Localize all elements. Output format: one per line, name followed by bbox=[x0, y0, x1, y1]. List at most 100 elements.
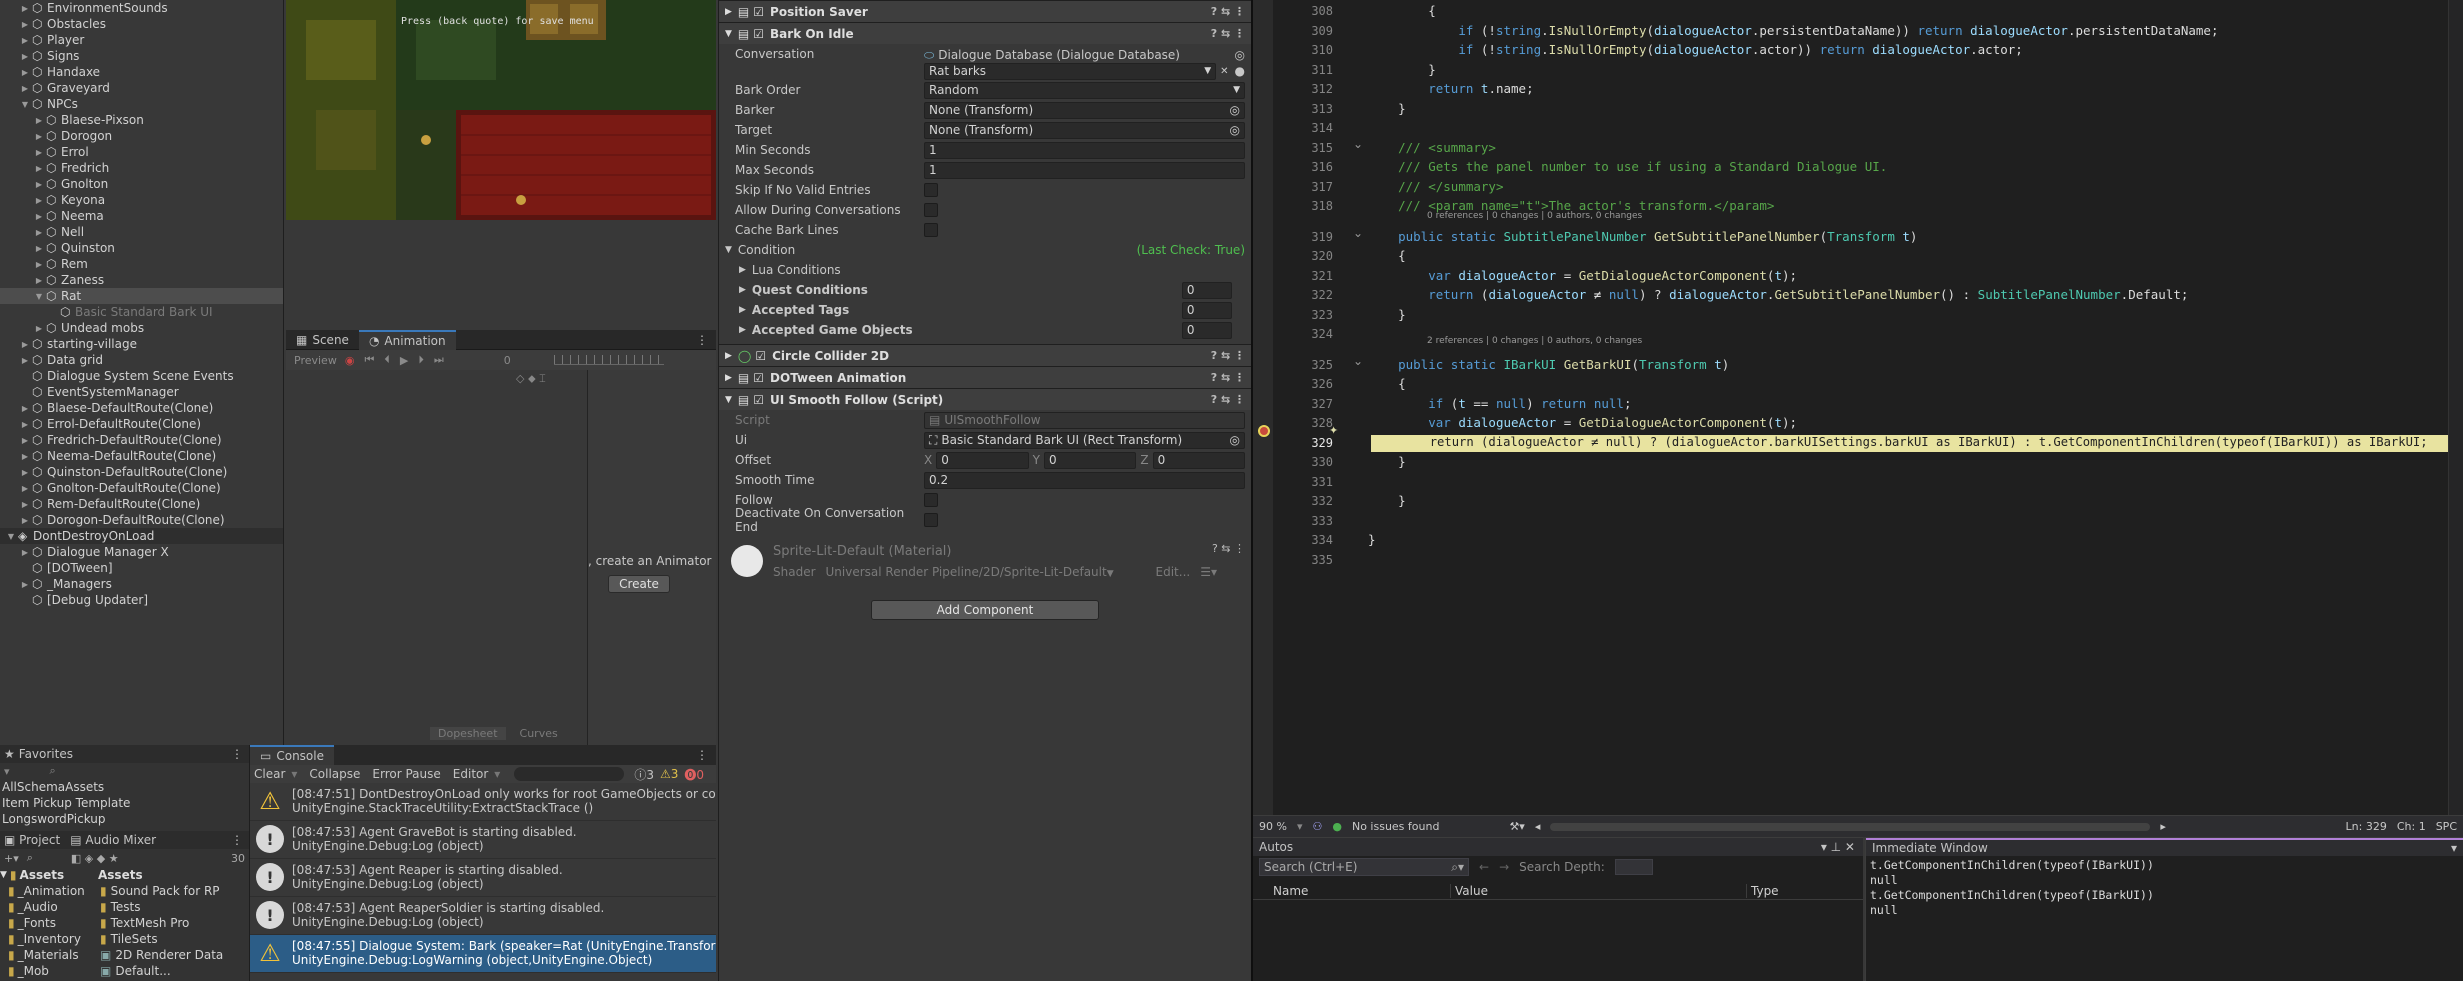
last-frame-icon[interactable]: ⏭ bbox=[434, 353, 444, 367]
code-line[interactable]: { bbox=[1368, 376, 1406, 391]
horizontal-scrollbar[interactable] bbox=[1550, 822, 2151, 831]
search-depth-select[interactable] bbox=[1614, 859, 1653, 875]
favorite-item[interactable]: AllSchemaAssets bbox=[0, 779, 249, 795]
expand-arrow-icon[interactable]: ▶ bbox=[34, 148, 44, 157]
code-line[interactable]: /// Gets the panel number to use if usin… bbox=[1368, 159, 1887, 174]
shader-menu-icon[interactable]: ☰▾ bbox=[1200, 565, 1217, 579]
code-line[interactable]: var dialogueActor = GetDialogueActorComp… bbox=[1368, 268, 1797, 283]
add-keyframe-icon[interactable]: ◇ ⬥ ⌶ bbox=[516, 372, 546, 386]
prev-frame-icon[interactable]: ⏴ bbox=[384, 353, 390, 367]
hierarchy-item[interactable]: ▶ ⬡ Quinston bbox=[0, 240, 283, 256]
col-type[interactable]: Type bbox=[1747, 884, 1779, 898]
hierarchy-item[interactable]: ▶ ⬡ Fredrich bbox=[0, 160, 283, 176]
fold-icon[interactable]: ⌄ bbox=[1353, 354, 1363, 368]
expand-arrow-icon[interactable]: ▶ bbox=[34, 180, 44, 189]
hierarchy-item[interactable]: ▶ ⬡ EnvironmentSounds bbox=[0, 0, 283, 16]
code-line[interactable]: } bbox=[1368, 62, 1436, 77]
assets-tree-item[interactable]: ▮ _Materials bbox=[0, 947, 90, 963]
assets-tree-item[interactable]: ▮ _Inventory bbox=[0, 931, 90, 947]
expand-arrow-icon[interactable]: ▶ bbox=[20, 356, 30, 365]
hierarchy-item[interactable]: ▶ ⬡ Gnolton-DefaultRoute(Clone) bbox=[0, 480, 283, 496]
vertical-scrollbar[interactable] bbox=[2448, 0, 2463, 815]
expand-arrow-icon[interactable]: ▼ bbox=[20, 100, 30, 109]
assets-file-item[interactable]: ▣ Default... bbox=[90, 963, 249, 979]
clear-conversation-icon[interactable]: ✕ bbox=[1220, 66, 1228, 77]
assets-file-item[interactable]: ▮ TextMesh Pro bbox=[90, 915, 249, 931]
tab-console[interactable]: ▭ Console bbox=[250, 745, 334, 765]
hierarchy-item[interactable]: ▶ ⬡ Neema-DefaultRoute(Clone) bbox=[0, 448, 283, 464]
expand-arrow-icon[interactable]: ▶ bbox=[20, 84, 30, 93]
expand-arrow-icon[interactable]: ▶ bbox=[34, 132, 44, 141]
kebab-menu-icon[interactable]: ⋮ bbox=[231, 747, 249, 761]
check-icon[interactable]: ☑ bbox=[755, 349, 766, 363]
favorite-item[interactable]: LongswordPickup bbox=[0, 811, 249, 827]
hierarchy-item[interactable]: ▶ ⬡ Rem-DefaultRoute(Clone) bbox=[0, 496, 283, 512]
code-line[interactable]: /// <summary> bbox=[1368, 140, 1496, 155]
assets-file-item[interactable]: ▮ Tests bbox=[90, 899, 249, 915]
expand-arrow-icon[interactable]: ▶ bbox=[20, 52, 30, 61]
assets-tree-item[interactable]: ▮ _Fonts bbox=[0, 915, 90, 931]
dopesheet-tab[interactable]: Dopesheet bbox=[430, 726, 506, 740]
material-menu-icons[interactable]: ? ⇆ ⋮ bbox=[1212, 542, 1251, 555]
min-seconds-input[interactable]: 1 bbox=[924, 141, 1245, 159]
next-frame-icon[interactable]: ⏵ bbox=[418, 353, 424, 367]
code-line[interactable]: if (!string.IsNullOrEmpty(dialogueActor.… bbox=[1368, 42, 2023, 57]
cache-checkbox[interactable] bbox=[924, 223, 938, 237]
hierarchy-item[interactable]: ▼ ⬡ Rat bbox=[0, 288, 283, 304]
condition-foldout[interactable]: ▼ Condition (Last Check: True) bbox=[719, 240, 1251, 260]
no-issues-label[interactable]: No issues found bbox=[1352, 820, 1439, 833]
object-picker-icon[interactable]: ◎ bbox=[1230, 103, 1240, 117]
tab-project[interactable]: ▣ Project bbox=[0, 833, 64, 847]
code-line[interactable]: /// </summary> bbox=[1368, 179, 1503, 194]
code-line[interactable]: } bbox=[1368, 307, 1406, 322]
assets-file-item[interactable]: ▮ TileSets bbox=[90, 931, 249, 947]
kebab-menu-icon[interactable]: ⋮ bbox=[696, 333, 716, 347]
component-menu-icons[interactable]: ? ⇆ ⋮ bbox=[1211, 5, 1251, 18]
quest-foldout[interactable]: ▶ Quest Conditions 0 bbox=[719, 280, 1251, 300]
hierarchy-item[interactable]: ▶ ⬡ Quinston-DefaultRoute(Clone) bbox=[0, 464, 283, 480]
col-value[interactable]: Value bbox=[1451, 883, 1747, 898]
expand-arrow-icon[interactable]: ▶ bbox=[20, 68, 30, 77]
conversation-database-field[interactable]: ⬭ Dialogue Database (Dialogue Database) ◎ bbox=[924, 47, 1245, 63]
error-count-badge[interactable]: ⓿0 bbox=[684, 766, 704, 783]
hierarchy-item[interactable]: ⬡ Dialogue System Scene Events bbox=[0, 368, 283, 384]
collapse-button[interactable]: Collapse bbox=[309, 767, 360, 781]
expand-arrow-icon[interactable]: ▶ bbox=[34, 324, 44, 333]
hierarchy-item[interactable]: ▶ ⬡ Signs bbox=[0, 48, 283, 64]
hierarchy-item[interactable]: ▶ ⬡ Dorogon bbox=[0, 128, 283, 144]
codelens-319[interactable]: 0 references | 0 changes | 0 authors, 0 … bbox=[1427, 211, 1642, 221]
hierarchy-item[interactable]: ▶ ⬡ Blaese-DefaultRoute(Clone) bbox=[0, 400, 283, 416]
check-icon[interactable]: ☑ bbox=[753, 393, 764, 407]
console-message[interactable]: ⚠ [08:47:51] DontDestroyOnLoad only works… bbox=[250, 783, 716, 821]
console-message[interactable]: ! [08:47:53] Agent ReaperSoldier is start… bbox=[250, 897, 716, 935]
ui-field[interactable]: ⛶ Basic Standard Bark UI (Rect Transform)… bbox=[924, 431, 1245, 449]
hierarchy-item[interactable]: ▶ ⬡ Errol-DefaultRoute(Clone) bbox=[0, 416, 283, 432]
favorite-item[interactable]: Item Pickup Template bbox=[0, 795, 249, 811]
code-line[interactable]: } bbox=[1368, 101, 1406, 116]
curves-tab[interactable]: Curves bbox=[520, 727, 558, 740]
fold-icon[interactable]: ⌄ bbox=[1353, 137, 1363, 151]
deactivate-checkbox[interactable] bbox=[924, 513, 938, 527]
hierarchy-item[interactable]: ▶ ⬡ Undead mobs bbox=[0, 320, 283, 336]
hierarchy-item[interactable]: ▶ ⬡ starting-village bbox=[0, 336, 283, 352]
expand-arrow-icon[interactable]: ▶ bbox=[20, 484, 30, 493]
object-picker-icon[interactable]: ◎ bbox=[1230, 123, 1240, 137]
bark-order-select[interactable]: Random ▼ bbox=[924, 81, 1245, 99]
expand-arrow-icon[interactable]: ▶ bbox=[20, 452, 30, 461]
hierarchy-item[interactable]: ▶ ⬡ Errol bbox=[0, 144, 283, 160]
offset-x-input[interactable]: 0 bbox=[936, 451, 1029, 469]
copilot-icon[interactable]: ⚇ bbox=[1312, 820, 1322, 833]
expand-arrow-icon[interactable]: ▶ bbox=[34, 260, 44, 269]
component-menu-icons[interactable]: ? ⇆ ⋮ bbox=[1211, 349, 1251, 362]
timeline-ruler[interactable] bbox=[553, 355, 664, 365]
add-component-button[interactable]: Add Component bbox=[871, 600, 1099, 620]
lua-foldout[interactable]: ▶ Lua Conditions bbox=[719, 260, 1251, 280]
check-icon[interactable]: ☑ bbox=[753, 27, 764, 41]
frame-field[interactable]: 0 bbox=[504, 354, 528, 367]
hierarchy-item[interactable]: ▶ ⬡ Player bbox=[0, 32, 283, 48]
kebab-menu-icon[interactable]: ⋮ bbox=[696, 748, 716, 762]
accepted-objects-foldout[interactable]: ▶ Accepted Game Objects 0 bbox=[719, 320, 1251, 340]
game-view[interactable]: Press (back quote) for save menu bbox=[286, 0, 716, 220]
code-editor[interactable]: 308 {309 if (!string.IsNullOrEmpty(dialo… bbox=[1253, 0, 2463, 837]
code-line[interactable]: { bbox=[1368, 248, 1406, 263]
